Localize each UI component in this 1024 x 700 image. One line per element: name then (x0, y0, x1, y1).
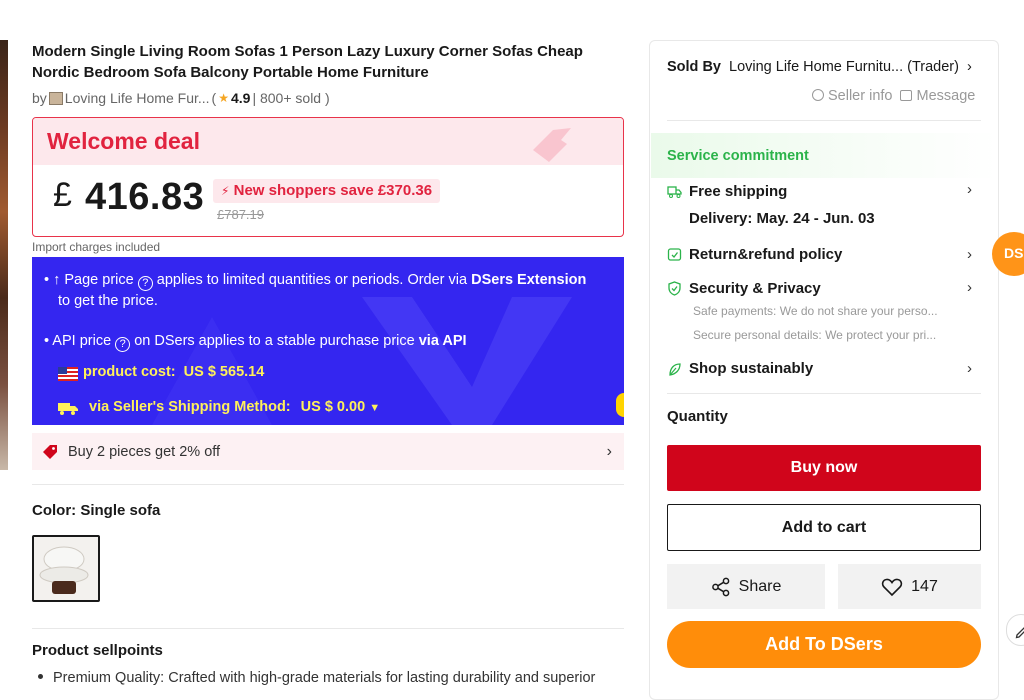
us-flag-icon (58, 367, 78, 381)
edit-float-button[interactable] (1006, 614, 1024, 646)
add-to-dsers-button[interactable]: Add To DSers (667, 621, 981, 668)
sellpoint-item: Premium Quality: Crafted with high-grade… (38, 670, 595, 686)
store-byline: by Loving Life Home Fur... ( ★ 4.9 | 800… (32, 90, 330, 106)
deal-title: Welcome deal (47, 128, 200, 154)
truck-icon (58, 403, 78, 415)
dsers-price-panel: • ↑ Page price ? applies to limited quan… (32, 257, 624, 425)
bullet-icon (38, 674, 43, 679)
product-cost-value: US $ 565.14 (183, 364, 265, 380)
color-label: Color: Single sofa (32, 502, 161, 519)
caret-down-icon: ▼ (369, 402, 381, 414)
share-icon (711, 577, 729, 596)
sellpoint-text: Premium Quality: Crafted with high-grade… (53, 670, 596, 686)
chevron-right-icon[interactable]: › (967, 246, 972, 263)
security-privacy-row[interactable]: Security & Privacy (689, 280, 821, 297)
seller-name[interactable]: Loving Life Home Furnitu... (Trader) (729, 59, 959, 75)
by-prefix: by (32, 90, 47, 106)
divider (32, 484, 624, 485)
color-swatch-single-sofa[interactable] (32, 535, 100, 602)
pencil-icon (1015, 627, 1024, 639)
service-commitment-title: Service commitment (667, 148, 809, 164)
gallery-image-edge (0, 40, 8, 470)
seller-info-label: Seller info (828, 88, 893, 104)
rating-open: ( (211, 90, 217, 106)
seller-info-link[interactable]: Seller info (812, 88, 892, 104)
star-icon: ★ (218, 91, 229, 105)
sold-by-label: Sold By (667, 59, 721, 75)
api-price-line: • API price ? on DSers applies to a stab… (44, 333, 467, 352)
page-price-label: • ↑ Page price (44, 272, 134, 288)
deal-decoration-icon (533, 128, 571, 162)
chevron-right-icon: › (606, 443, 612, 460)
new-shopper-save-badge: ⚡ New shoppers save £370.36 (213, 179, 441, 203)
shipping-method-label: via Seller's Shipping Method: (89, 399, 291, 415)
price-currency: £ (53, 176, 72, 214)
product-cost-label: product cost: (83, 364, 176, 380)
shipping-cost-value: US $ 0.00 (300, 399, 366, 415)
rating-value: 4.9 (230, 90, 251, 106)
page-price-desc: applies to limited quantities or periods… (156, 272, 468, 288)
welcome-deal-box: Welcome deal £ 416.83 ⚡ New shoppers sav… (32, 117, 624, 237)
add-to-cart-button[interactable]: Add to cart (667, 504, 981, 551)
wishlist-button[interactable]: 147 (838, 564, 981, 609)
page-price-line-2: to get the price. (58, 293, 158, 309)
save-text: New shoppers save £370.36 (233, 182, 433, 199)
chevron-right-icon[interactable]: › (967, 181, 972, 198)
product-cost: product cost: US $ 565.14 (83, 364, 264, 380)
product-title: Modern Single Living Room Sofas 1 Person… (32, 43, 583, 81)
price-value: 416.83 (85, 176, 205, 218)
wishlist-count: 147 (911, 577, 938, 595)
api-price-desc: on DSers applies to a stable purchase pr… (134, 333, 415, 349)
bulk-discount-text: Buy 2 pieces get 2% off (68, 443, 221, 460)
divider (667, 120, 981, 121)
return-refund-row[interactable]: Return&refund policy (689, 246, 842, 263)
original-price: £787.19 (217, 207, 264, 222)
api-price-label: • API price (44, 333, 112, 349)
quantity-label: Quantity (667, 408, 728, 425)
share-label: Share (738, 577, 782, 595)
chevron-right-icon: › (967, 59, 972, 75)
security-sub-payments: Safe payments: We do not share your pers… (693, 304, 938, 318)
flash-icon: ⚡ (221, 184, 230, 198)
shipping-method[interactable]: via Seller's Shipping Method: US $ 0.00 … (89, 399, 380, 415)
message-label: Message (916, 88, 976, 104)
sold-by-row[interactable]: Sold By Loving Life Home Furnitu... (Tra… (667, 59, 972, 75)
store-icon (48, 91, 63, 105)
question-icon[interactable]: ? (115, 337, 131, 352)
delivery-date: Delivery: May. 24 - Jun. 03 (689, 210, 875, 227)
chevron-right-icon[interactable]: › (967, 360, 972, 377)
divider (667, 393, 981, 394)
sold-count: | 800+ sold ) (252, 90, 330, 106)
chevron-right-icon[interactable]: › (967, 279, 972, 296)
sellpoints-title: Product sellpoints (32, 642, 163, 659)
seller-links: Seller info Message (812, 88, 975, 104)
info-icon (812, 89, 824, 101)
page-price-line: • ↑ Page price ? applies to limited quan… (44, 272, 586, 291)
free-shipping-row[interactable]: Free shipping (689, 183, 787, 200)
dsers-extension-link[interactable]: DSers Extension (471, 272, 586, 288)
import-charges-note: Import charges included (32, 240, 161, 254)
panel-handle[interactable] (616, 393, 624, 417)
shop-sustainably-row[interactable]: Shop sustainably (689, 360, 813, 377)
leaf-icon (669, 363, 681, 376)
heart-icon (881, 578, 903, 596)
return-icon (667, 248, 682, 261)
price-tag-icon (43, 444, 57, 459)
message-link[interactable]: Message (900, 88, 975, 104)
message-icon (900, 90, 913, 101)
store-link[interactable]: Loving Life Home Fur... (65, 90, 210, 106)
divider (32, 628, 624, 629)
share-button[interactable]: Share (667, 564, 825, 609)
security-sub-details: Secure personal details: We protect your… (693, 328, 937, 342)
bulk-discount-row[interactable]: Buy 2 pieces get 2% off › (32, 433, 624, 470)
buy-now-button[interactable]: Buy now (667, 445, 981, 491)
shipping-truck-icon (667, 186, 682, 198)
shield-icon (668, 281, 681, 296)
question-icon[interactable]: ? (137, 276, 153, 291)
via-api-link[interactable]: via API (419, 333, 467, 349)
sofa-thumbnail-icon (34, 537, 98, 600)
